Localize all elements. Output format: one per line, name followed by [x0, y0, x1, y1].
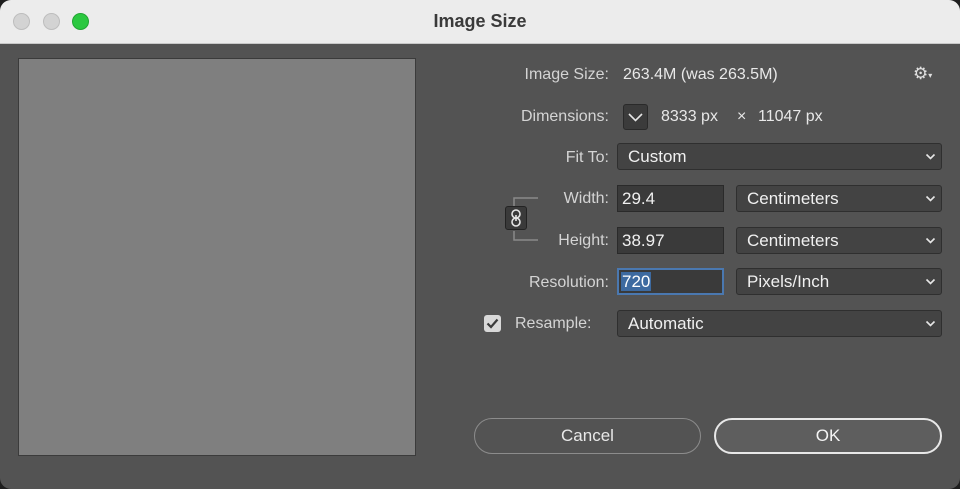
title-bar: Image Size: [0, 0, 960, 44]
resample-value: Automatic: [628, 314, 704, 333]
chevron-down-icon: ▾: [928, 71, 933, 80]
image-size-dialog: Image Size Image Size: 263.4M (was 263.5…: [0, 0, 960, 489]
settings-menu-button[interactable]: ⚙▾: [913, 64, 939, 84]
image-size-value: 263.4M (was 263.5M): [623, 66, 778, 83]
fit-to-label: Fit To:: [565, 149, 609, 166]
checkmark-icon: [486, 318, 499, 329]
image-size-label: Image Size:: [524, 66, 609, 83]
chevron-down-icon: [925, 237, 936, 244]
dialog-title: Image Size: [433, 11, 527, 31]
dimensions-width-px: 8333 px: [661, 108, 718, 125]
resolution-label: Resolution:: [528, 274, 609, 291]
dimensions-label: Dimensions:: [520, 108, 609, 125]
resample-checkbox[interactable]: [484, 315, 501, 332]
constrain-proportions-button[interactable]: [505, 206, 527, 230]
width-unit-value: Centimeters: [747, 189, 839, 208]
resolution-selected-text: 720: [621, 272, 652, 291]
dimensions-unit-toggle[interactable]: [623, 104, 648, 130]
resolution-unit-dropdown[interactable]: Pixels/Inch: [736, 268, 942, 295]
resolution-unit-value: Pixels/Inch: [747, 272, 830, 291]
width-label: Width:: [563, 190, 609, 207]
chevron-down-icon: [628, 113, 643, 122]
chevron-down-icon: [925, 153, 936, 160]
image-preview[interactable]: [18, 58, 416, 456]
chevron-down-icon: [925, 278, 936, 285]
ok-button[interactable]: OK: [714, 418, 942, 454]
gear-icon: ⚙: [913, 64, 929, 83]
width-input[interactable]: 29.4: [617, 185, 724, 212]
width-unit-dropdown[interactable]: Centimeters: [736, 185, 942, 212]
fit-to-dropdown[interactable]: Custom: [617, 143, 942, 170]
height-unit-value: Centimeters: [747, 231, 839, 250]
dimensions-times-sign: ×: [737, 108, 747, 125]
fit-to-value: Custom: [628, 147, 687, 166]
cancel-button[interactable]: Cancel: [474, 418, 701, 454]
height-input[interactable]: 38.97: [617, 227, 724, 254]
link-icon: [511, 209, 521, 227]
height-label: Height:: [558, 232, 609, 249]
resolution-input[interactable]: 720: [617, 268, 724, 295]
dimensions-height-px: 11047 px: [758, 108, 823, 125]
height-unit-dropdown[interactable]: Centimeters: [736, 227, 942, 254]
chevron-down-icon: [925, 320, 936, 327]
chevron-down-icon: [925, 195, 936, 202]
resample-label[interactable]: Resample:: [515, 315, 591, 333]
resample-dropdown[interactable]: Automatic: [617, 310, 942, 337]
